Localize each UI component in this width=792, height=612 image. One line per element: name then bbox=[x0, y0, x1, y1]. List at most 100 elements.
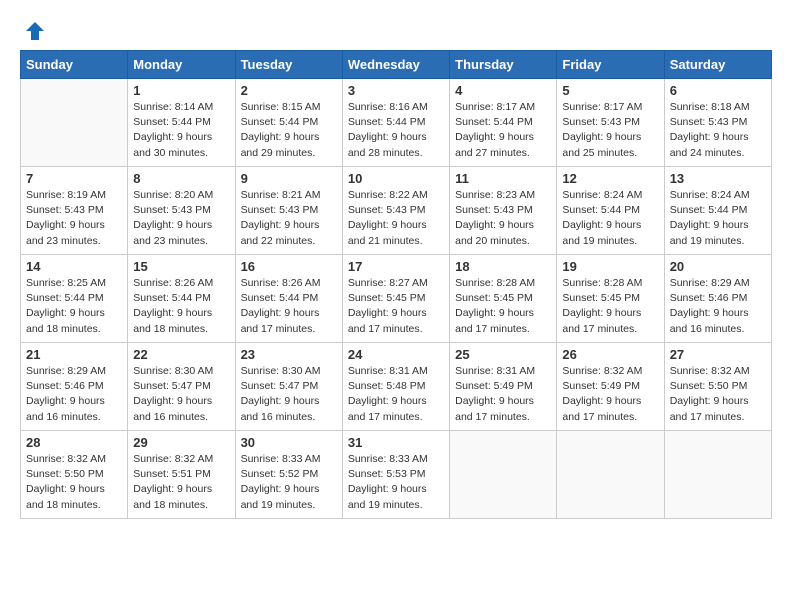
day-of-week-header: Thursday bbox=[450, 51, 557, 79]
calendar-cell: 31 Sunrise: 8:33 AMSunset: 5:53 PMDayligh… bbox=[342, 431, 449, 519]
day-number: 10 bbox=[348, 171, 444, 186]
calendar-cell: 4Sunrise: 8:17 AMSunset: 5:44 PMDaylight… bbox=[450, 79, 557, 167]
calendar-cell: 6 Sunrise: 8:18 AMSunset: 5:43 PMDaylight… bbox=[664, 79, 771, 167]
day-info: Sunrise: 8:28 AMSunset: 5:45 PMDaylight:… bbox=[562, 276, 658, 337]
day-number: 22 bbox=[133, 347, 229, 362]
calendar-header-row: SundayMondayTuesdayWednesdayThursdayFrid… bbox=[21, 51, 772, 79]
day-number: 18 bbox=[455, 259, 551, 274]
calendar-cell: 20 Sunrise: 8:29 AMSunset: 5:46 PMDayligh… bbox=[664, 255, 771, 343]
calendar-cell: 7 Sunrise: 8:19 AMSunset: 5:43 PMDaylight… bbox=[21, 167, 128, 255]
calendar-cell: 21 Sunrise: 8:29 AMSunset: 5:46 PMDayligh… bbox=[21, 343, 128, 431]
calendar-cell: 19 Sunrise: 8:28 AMSunset: 5:45 PMDayligh… bbox=[557, 255, 664, 343]
day-number: 16 bbox=[241, 259, 337, 274]
calendar-cell: 28Sunrise: 8:32 AMSunset: 5:50 PMDayligh… bbox=[21, 431, 128, 519]
day-of-week-header: Friday bbox=[557, 51, 664, 79]
day-info: Sunrise: 8:32 AMSunset: 5:49 PMDaylight:… bbox=[562, 364, 658, 425]
day-info: Sunrise: 8:14 AMSunset: 5:44 PMDaylight:… bbox=[133, 100, 229, 161]
day-info: Sunrise: 8:26 AMSunset: 5:44 PMDaylight:… bbox=[133, 276, 229, 337]
calendar-cell: 30 Sunrise: 8:33 AMSunset: 5:52 PMDayligh… bbox=[235, 431, 342, 519]
day-info: Sunrise: 8:24 AMSunset: 5:44 PMDaylight:… bbox=[562, 188, 658, 249]
page-header bbox=[20, 20, 772, 42]
calendar-cell: 24 Sunrise: 8:31 AMSunset: 5:48 PMDayligh… bbox=[342, 343, 449, 431]
calendar-cell: 8 Sunrise: 8:20 AMSunset: 5:43 PMDaylight… bbox=[128, 167, 235, 255]
calendar-cell: 14 Sunrise: 8:25 AMSunset: 5:44 PMDayligh… bbox=[21, 255, 128, 343]
day-info: Sunrise: 8:18 AMSunset: 5:43 PMDaylight:… bbox=[670, 100, 766, 161]
day-info: Sunrise: 8:30 AMSunset: 5:47 PMDaylight:… bbox=[241, 364, 337, 425]
day-number: 14 bbox=[26, 259, 122, 274]
day-number: 15 bbox=[133, 259, 229, 274]
day-info: Sunrise: 8:30 AMSunset: 5:47 PMDaylight:… bbox=[133, 364, 229, 425]
calendar-cell: 16 Sunrise: 8:26 AMSunset: 5:44 PMDayligh… bbox=[235, 255, 342, 343]
day-number: 23 bbox=[241, 347, 337, 362]
day-of-week-header: Sunday bbox=[21, 51, 128, 79]
day-info: Sunrise: 8:32 AMSunset: 5:50 PMDaylight:… bbox=[26, 452, 122, 513]
day-info: Sunrise: 8:33 AMSunset: 5:52 PMDaylight:… bbox=[241, 452, 337, 513]
calendar-cell bbox=[21, 79, 128, 167]
day-info: Sunrise: 8:16 AMSunset: 5:44 PMDaylight:… bbox=[348, 100, 444, 161]
calendar-cell: 17 Sunrise: 8:27 AMSunset: 5:45 PMDayligh… bbox=[342, 255, 449, 343]
calendar-cell: 10 Sunrise: 8:22 AMSunset: 5:43 PMDayligh… bbox=[342, 167, 449, 255]
calendar-week-row: 7 Sunrise: 8:19 AMSunset: 5:43 PMDaylight… bbox=[21, 167, 772, 255]
day-of-week-header: Saturday bbox=[664, 51, 771, 79]
calendar-week-row: 21 Sunrise: 8:29 AMSunset: 5:46 PMDayligh… bbox=[21, 343, 772, 431]
calendar-cell: 27 Sunrise: 8:32 AMSunset: 5:50 PMDayligh… bbox=[664, 343, 771, 431]
calendar-cell bbox=[664, 431, 771, 519]
day-info: Sunrise: 8:32 AMSunset: 5:50 PMDaylight:… bbox=[670, 364, 766, 425]
day-of-week-header: Tuesday bbox=[235, 51, 342, 79]
day-info: Sunrise: 8:26 AMSunset: 5:44 PMDaylight:… bbox=[241, 276, 337, 337]
day-info: Sunrise: 8:22 AMSunset: 5:43 PMDaylight:… bbox=[348, 188, 444, 249]
day-number: 31 bbox=[348, 435, 444, 450]
calendar-cell: 5 Sunrise: 8:17 AMSunset: 5:43 PMDaylight… bbox=[557, 79, 664, 167]
day-number: 20 bbox=[670, 259, 766, 274]
calendar-cell: 22 Sunrise: 8:30 AMSunset: 5:47 PMDayligh… bbox=[128, 343, 235, 431]
day-info: Sunrise: 8:33 AMSunset: 5:53 PMDaylight:… bbox=[348, 452, 444, 513]
calendar-cell: 26 Sunrise: 8:32 AMSunset: 5:49 PMDayligh… bbox=[557, 343, 664, 431]
calendar-cell bbox=[557, 431, 664, 519]
day-info: Sunrise: 8:25 AMSunset: 5:44 PMDaylight:… bbox=[26, 276, 122, 337]
day-number: 4 bbox=[455, 83, 551, 98]
day-number: 27 bbox=[670, 347, 766, 362]
day-number: 17 bbox=[348, 259, 444, 274]
day-number: 9 bbox=[241, 171, 337, 186]
calendar-cell: 2Sunrise: 8:15 AMSunset: 5:44 PMDaylight… bbox=[235, 79, 342, 167]
day-info: Sunrise: 8:23 AMSunset: 5:43 PMDaylight:… bbox=[455, 188, 551, 249]
logo-icon bbox=[24, 20, 46, 42]
day-info: Sunrise: 8:28 AMSunset: 5:45 PMDaylight:… bbox=[455, 276, 551, 337]
day-number: 21 bbox=[26, 347, 122, 362]
day-of-week-header: Wednesday bbox=[342, 51, 449, 79]
calendar-cell: 13Sunrise: 8:24 AMSunset: 5:44 PMDayligh… bbox=[664, 167, 771, 255]
day-info: Sunrise: 8:19 AMSunset: 5:43 PMDaylight:… bbox=[26, 188, 122, 249]
calendar-cell: 11 Sunrise: 8:23 AMSunset: 5:43 PMDayligh… bbox=[450, 167, 557, 255]
day-number: 5 bbox=[562, 83, 658, 98]
calendar-cell: 3 Sunrise: 8:16 AMSunset: 5:44 PMDaylight… bbox=[342, 79, 449, 167]
day-info: Sunrise: 8:29 AMSunset: 5:46 PMDaylight:… bbox=[26, 364, 122, 425]
day-info: Sunrise: 8:27 AMSunset: 5:45 PMDaylight:… bbox=[348, 276, 444, 337]
day-of-week-header: Monday bbox=[128, 51, 235, 79]
calendar-cell: 18 Sunrise: 8:28 AMSunset: 5:45 PMDayligh… bbox=[450, 255, 557, 343]
calendar-week-row: 1 Sunrise: 8:14 AMSunset: 5:44 PMDaylight… bbox=[21, 79, 772, 167]
day-number: 19 bbox=[562, 259, 658, 274]
day-number: 7 bbox=[26, 171, 122, 186]
day-number: 6 bbox=[670, 83, 766, 98]
day-info: Sunrise: 8:17 AMSunset: 5:43 PMDaylight:… bbox=[562, 100, 658, 161]
day-number: 26 bbox=[562, 347, 658, 362]
calendar-table: SundayMondayTuesdayWednesdayThursdayFrid… bbox=[20, 50, 772, 519]
day-info: Sunrise: 8:29 AMSunset: 5:46 PMDaylight:… bbox=[670, 276, 766, 337]
calendar-week-row: 28Sunrise: 8:32 AMSunset: 5:50 PMDayligh… bbox=[21, 431, 772, 519]
calendar-cell: 15 Sunrise: 8:26 AMSunset: 5:44 PMDayligh… bbox=[128, 255, 235, 343]
calendar-cell: 25Sunrise: 8:31 AMSunset: 5:49 PMDayligh… bbox=[450, 343, 557, 431]
day-number: 12 bbox=[562, 171, 658, 186]
day-info: Sunrise: 8:21 AMSunset: 5:43 PMDaylight:… bbox=[241, 188, 337, 249]
day-number: 24 bbox=[348, 347, 444, 362]
calendar-cell: 23 Sunrise: 8:30 AMSunset: 5:47 PMDayligh… bbox=[235, 343, 342, 431]
day-info: Sunrise: 8:24 AMSunset: 5:44 PMDaylight:… bbox=[670, 188, 766, 249]
day-number: 30 bbox=[241, 435, 337, 450]
day-number: 8 bbox=[133, 171, 229, 186]
day-info: Sunrise: 8:20 AMSunset: 5:43 PMDaylight:… bbox=[133, 188, 229, 249]
day-number: 11 bbox=[455, 171, 551, 186]
day-number: 1 bbox=[133, 83, 229, 98]
day-info: Sunrise: 8:31 AMSunset: 5:48 PMDaylight:… bbox=[348, 364, 444, 425]
calendar-cell: 9 Sunrise: 8:21 AMSunset: 5:43 PMDaylight… bbox=[235, 167, 342, 255]
day-number: 3 bbox=[348, 83, 444, 98]
calendar-cell: 12 Sunrise: 8:24 AMSunset: 5:44 PMDayligh… bbox=[557, 167, 664, 255]
